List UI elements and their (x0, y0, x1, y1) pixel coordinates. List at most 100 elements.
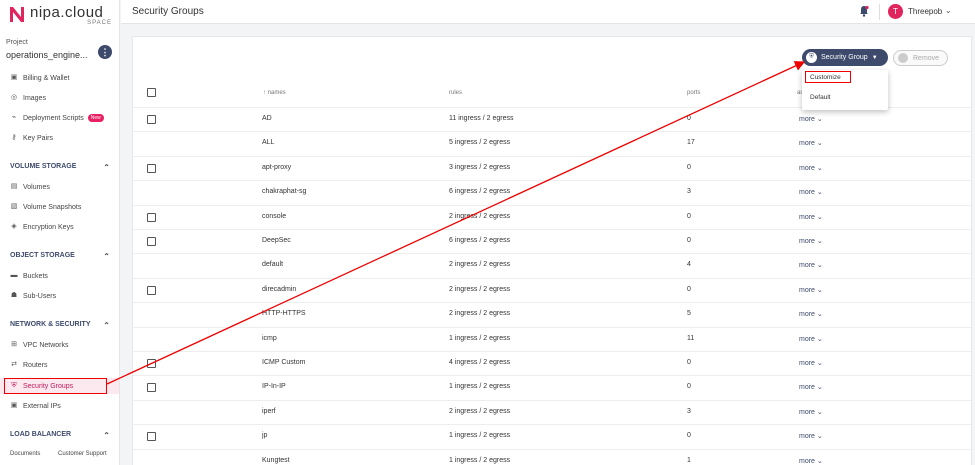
row-name[interactable]: HTTP-HTTPS (262, 310, 306, 317)
row-more-button[interactable]: more ⌄ (799, 286, 823, 294)
section-object-storage[interactable]: OBJECT STORAGE ⌃ (10, 252, 110, 261)
sidebar-item-sub-users[interactable]: ☗ Sub-Users (0, 288, 119, 304)
security-group-button[interactable]: ⛨ Security Group ▼ (802, 49, 888, 66)
row-checkbox[interactable] (147, 115, 156, 124)
row-rules: 2 ingress / 2 egress (449, 261, 511, 269)
chevron-down-icon[interactable]: ⌄ (945, 6, 952, 15)
more-label: more (799, 140, 815, 148)
security-group-icon: ⛨ (806, 52, 817, 63)
row-name[interactable]: DeepSec (262, 237, 291, 244)
logo-text: nipa.cloud (30, 4, 104, 21)
row-name[interactable]: console (262, 213, 286, 220)
user-name[interactable]: Threepob (908, 7, 942, 16)
row-name[interactable]: default (262, 261, 283, 268)
section-volume-storage[interactable]: VOLUME STORAGE ⌃ (10, 163, 110, 172)
row-name[interactable]: jp (262, 432, 267, 439)
row-name[interactable]: icmp (262, 335, 277, 342)
chevron-down-icon: ⌄ (814, 238, 823, 245)
row-more-button[interactable]: more ⌄ (799, 213, 823, 221)
row-rules: 6 ingress / 2 egress (449, 188, 511, 196)
section-network-security[interactable]: NETWORK & SECURITY ⌃ (10, 321, 110, 330)
nipa-cloud-logo[interactable]: nipa.cloud SPACE (8, 4, 116, 28)
row-checkbox[interactable] (147, 163, 156, 173)
chevron-down-icon: ▼ (871, 54, 878, 61)
row-checkbox[interactable] (147, 237, 156, 246)
row-name[interactable]: ICMP Custom (262, 359, 305, 366)
sidebar-item-routers[interactable]: ⇄ Routers (0, 357, 119, 373)
chevron-down-icon: ⌄ (814, 360, 823, 367)
sidebar-item-volumes[interactable]: ▤ Volumes (0, 179, 119, 195)
image-icon: ◎ (10, 94, 18, 101)
row-more-button[interactable]: more ⌄ (799, 408, 823, 416)
sidebar-item-deployment-scripts[interactable]: ⌁ Deployment Scripts New (0, 110, 119, 126)
section-load-balancer[interactable]: LOAD BALANCER ⌃ (10, 431, 110, 440)
customer-support-link[interactable]: Customer Support (58, 451, 107, 457)
row-more-button[interactable]: more ⌄ (799, 359, 823, 367)
row-rules: 1 ingress / 2 egress (449, 334, 511, 342)
row-more-button[interactable]: more ⌄ (799, 188, 823, 196)
row-name[interactable]: ALL (262, 139, 274, 146)
row-name[interactable]: direcadmin (262, 286, 296, 293)
row-ports: 0 (687, 163, 691, 171)
row-divider (133, 375, 971, 377)
select-all-checkbox[interactable] (147, 88, 156, 97)
row-ports: 17 (687, 139, 695, 147)
row-more-button[interactable]: more ⌄ (799, 115, 823, 123)
row-divider (133, 155, 971, 157)
sidebar-item-encryption-keys[interactable]: ◈ Encryption Keys (0, 219, 119, 235)
more-label: more (799, 238, 815, 245)
chevron-down-icon: ⌄ (814, 311, 823, 319)
row-name[interactable]: apt-proxy (262, 164, 291, 171)
dropdown-item-customize[interactable]: Customize (810, 74, 841, 81)
row-rules: 4 ingress / 2 egress (449, 359, 511, 366)
row-checkbox[interactable] (147, 212, 156, 222)
dropdown-item-default[interactable]: Default (810, 94, 831, 101)
snapshot-icon: ▧ (10, 203, 18, 210)
info-icon[interactable]: ⋮ (98, 45, 112, 59)
chevron-down-icon: ⌄ (814, 262, 823, 270)
row-more-button[interactable]: more ⌄ (799, 237, 823, 245)
security-groups-card: ⛨ Security Group ▼ Remove Customize Defa… (132, 36, 972, 465)
row-divider (133, 399, 971, 401)
avatar[interactable]: T (888, 4, 903, 19)
project-name[interactable]: operations_engine... (6, 50, 88, 60)
sidebar-item-vpc-networks[interactable]: ⊞ VPC Networks (0, 337, 119, 353)
row-name[interactable]: Kungtest (262, 457, 290, 464)
row-checkbox[interactable] (147, 285, 156, 295)
sidebar-item-volume-snapshots[interactable]: ▧ Volume Snapshots (0, 199, 119, 215)
row-name[interactable]: IP-In-IP (262, 383, 286, 390)
chevron-down-icon: ⌄ (814, 116, 823, 123)
more-label: more (799, 213, 815, 221)
sidebar-item-billing[interactable]: ▣ Billing & Wallet (0, 70, 119, 86)
row-checkbox[interactable] (147, 383, 156, 393)
bucket-icon: ▬ (10, 272, 18, 279)
column-header-names[interactable]: ↑ names (263, 90, 286, 96)
encryption-icon: ◈ (11, 223, 17, 230)
row-more-button[interactable]: more ⌄ (799, 432, 823, 440)
row-rules: 2 ingress / 2 egress (449, 407, 511, 415)
sidebar-item-buckets[interactable]: ▬ Buckets (0, 268, 119, 284)
row-more-button[interactable]: more ⌄ (799, 383, 823, 391)
more-label: more (799, 164, 815, 172)
row-checkbox[interactable] (147, 432, 156, 442)
row-name[interactable]: iperf (262, 408, 276, 415)
row-divider (133, 131, 971, 133)
sidebar-item-external-ips[interactable]: ▣ External IPs (0, 398, 119, 414)
documents-link[interactable]: Documents (10, 451, 40, 457)
bell-icon[interactable] (858, 5, 870, 17)
row-name[interactable]: AD (262, 115, 272, 122)
row-more-button[interactable]: more ⌄ (799, 335, 823, 343)
row-more-button[interactable]: more ⌄ (799, 261, 823, 269)
row-name[interactable]: chakraphat-sg (262, 188, 306, 195)
row-more-button[interactable]: more ⌄ (799, 139, 823, 147)
row-more-button[interactable]: more ⌄ (799, 310, 823, 318)
row-more-button[interactable]: more ⌄ (799, 164, 823, 172)
sidebar-item-images[interactable]: ◎ Images (0, 90, 119, 106)
sidebar-item-key-pairs[interactable]: ⚷ Key Pairs (0, 130, 119, 146)
row-rules: 6 ingress / 2 egress (449, 237, 511, 244)
row-divider (133, 229, 971, 230)
row-more-button[interactable]: more ⌄ (799, 457, 823, 465)
remove-button[interactable]: Remove (893, 50, 948, 66)
row-divider (133, 302, 971, 304)
row-checkbox[interactable] (147, 359, 156, 368)
